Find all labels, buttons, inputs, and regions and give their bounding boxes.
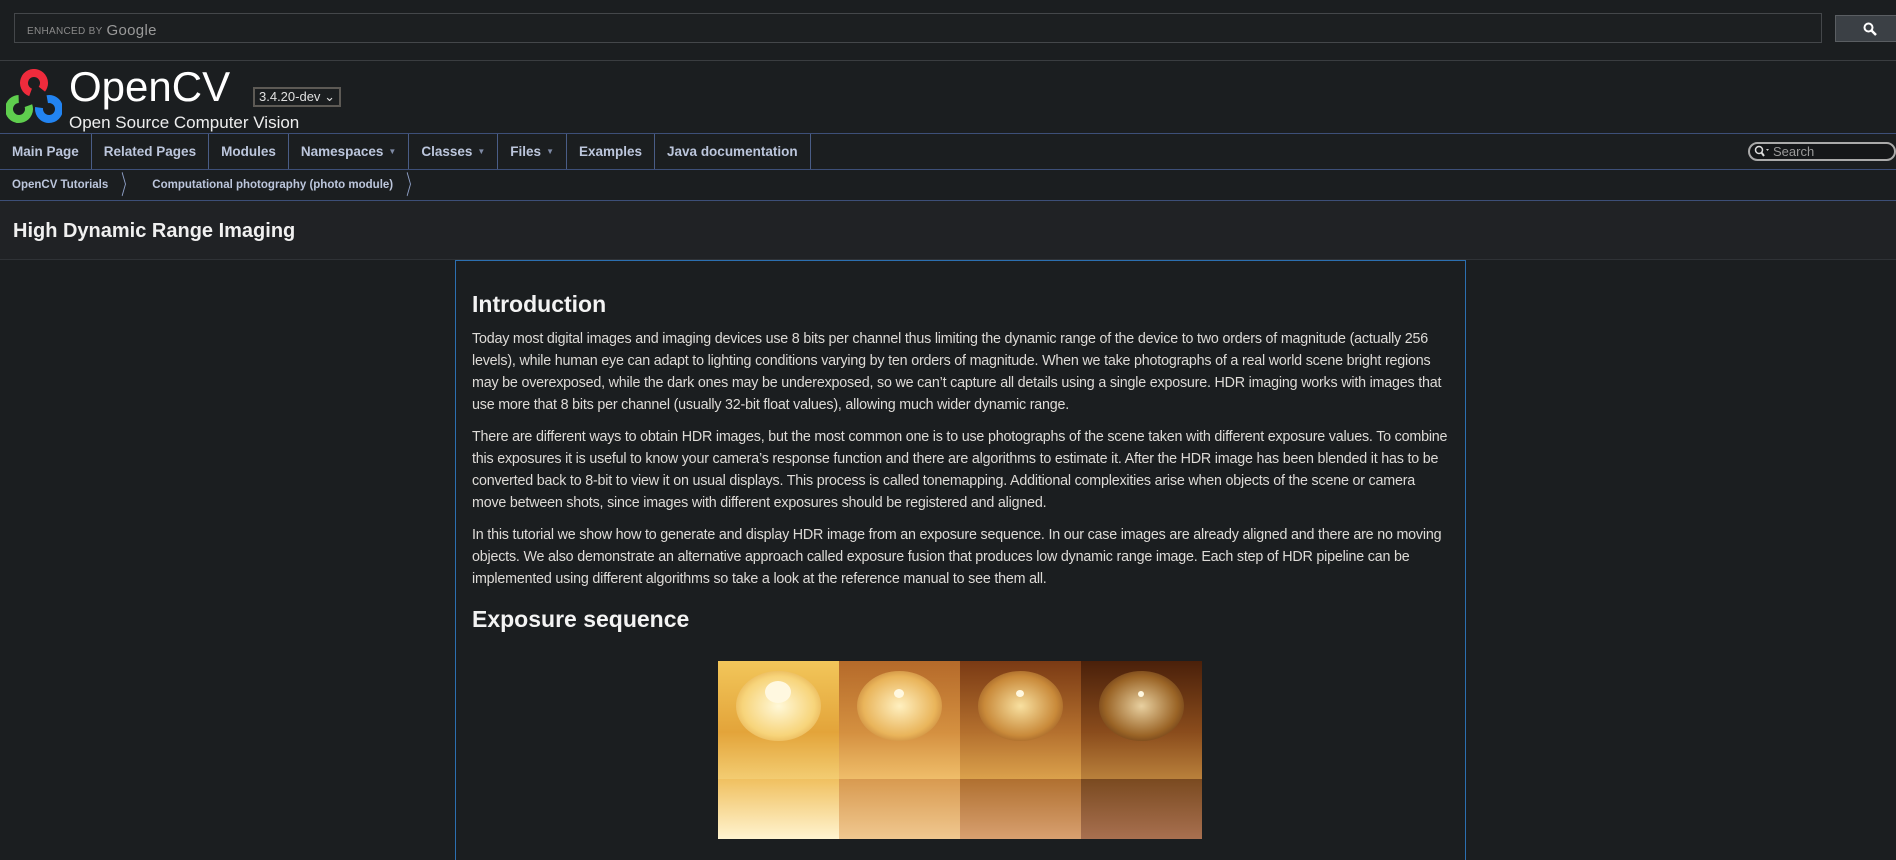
nav-related-pages[interactable]: Related Pages (92, 134, 210, 169)
exposure-photo (839, 661, 960, 839)
chevron-right-icon: 〉 (406, 170, 418, 200)
chevron-down-icon: ⌄ (324, 89, 335, 104)
search-icon (1754, 145, 1769, 157)
breadcrumb-item[interactable]: OpenCV Tutorials 〉 (0, 172, 140, 198)
exposure-photo (1081, 661, 1202, 839)
paragraph: Today most digital images and imaging de… (472, 331, 1442, 413)
caret-down-icon: ▼ (546, 147, 554, 156)
search-icon (1863, 22, 1877, 36)
exposure-sequence-image (718, 661, 1202, 839)
exposure-photo (960, 661, 1081, 839)
google-search-bar: ENHANCED BY Google (0, 0, 1896, 61)
nav-java-documentation[interactable]: Java documentation (655, 134, 811, 169)
breadcrumb-item[interactable]: Computational photography (photo module)… (140, 172, 425, 198)
enhanced-by-label: ENHANCED BY Google (27, 22, 157, 39)
nav-files[interactable]: Files ▼ (498, 134, 567, 169)
title-area: OpenCV 3.4.20-dev ⌄ Open Source Computer… (0, 61, 1896, 133)
section-heading-introduction: Introduction (472, 291, 607, 317)
nav-examples[interactable]: Examples (567, 134, 656, 169)
breadcrumb: OpenCV Tutorials 〉 Computational photogra… (0, 170, 1896, 201)
doc-search-input[interactable]: Search (1748, 142, 1896, 161)
main-nav: Main Page Related Pages Modules Namespac… (0, 133, 1896, 170)
project-brief: Open Source Computer Vision (69, 113, 300, 132)
google-search-button[interactable] (1835, 15, 1896, 42)
page-header: High Dynamic Range Imaging (0, 201, 1896, 260)
caret-down-icon: ▼ (388, 147, 397, 156)
page-title: High Dynamic Range Imaging (13, 220, 296, 242)
nav-namespaces[interactable]: Namespaces ▼ (289, 134, 410, 169)
paragraph: In this tutorial we show how to generate… (472, 527, 1442, 587)
nav-modules[interactable]: Modules (209, 134, 289, 169)
opencv-logo-icon (6, 69, 62, 123)
chevron-right-icon: 〉 (121, 170, 134, 200)
version-select[interactable]: 3.4.20-dev ⌄ (253, 87, 341, 107)
section-heading-exposure-sequence: Exposure sequence (472, 606, 690, 632)
search-placeholder: Search (1773, 144, 1815, 159)
project-name: OpenCV (69, 63, 231, 110)
caret-down-icon: ▼ (477, 147, 486, 156)
paragraph: There are different ways to obtain HDR i… (472, 429, 1448, 511)
nav-main-page[interactable]: Main Page (0, 134, 92, 169)
google-search-input[interactable]: ENHANCED BY Google (14, 13, 1822, 43)
nav-classes[interactable]: Classes ▼ (409, 134, 499, 169)
page-contents: Introduction Today most digital images a… (455, 260, 1466, 860)
exposure-photo (718, 661, 839, 839)
